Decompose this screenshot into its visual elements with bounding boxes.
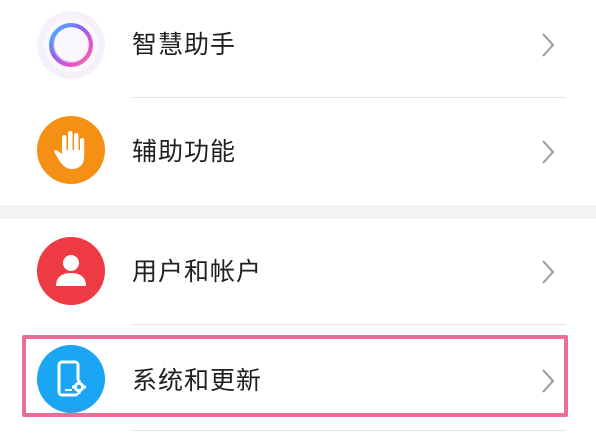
chevron-right-icon (542, 369, 555, 393)
settings-item-label: 智慧助手 (132, 30, 237, 59)
settings-item-accessibility[interactable]: 辅助功能 (0, 99, 596, 205)
user-icon (37, 237, 105, 305)
settings-item-label: 辅助功能 (132, 137, 237, 166)
settings-item-system-update[interactable]: 系统和更新 (0, 329, 596, 435)
settings-group-1: 智慧助手 辅助功能 (0, 0, 596, 205)
divider (132, 430, 566, 431)
settings-item-users-accounts[interactable]: 用户和帐户 (0, 219, 596, 325)
phone-gear-icon (37, 345, 105, 413)
settings-item-label: 用户和帐户 (132, 257, 263, 286)
hand-icon (37, 116, 105, 184)
group-separator (0, 205, 596, 219)
divider (132, 324, 566, 325)
divider (132, 97, 566, 98)
chevron-right-icon (542, 33, 555, 57)
chevron-right-icon (542, 260, 555, 284)
chevron-right-icon (542, 140, 555, 164)
settings-item-label: 系统和更新 (132, 366, 263, 395)
settings-group-2: 用户和帐户 系统和更新 (0, 219, 596, 444)
settings-item-smart-assistant[interactable]: 智慧助手 (0, 0, 596, 106)
assistant-ring-icon (37, 11, 105, 79)
